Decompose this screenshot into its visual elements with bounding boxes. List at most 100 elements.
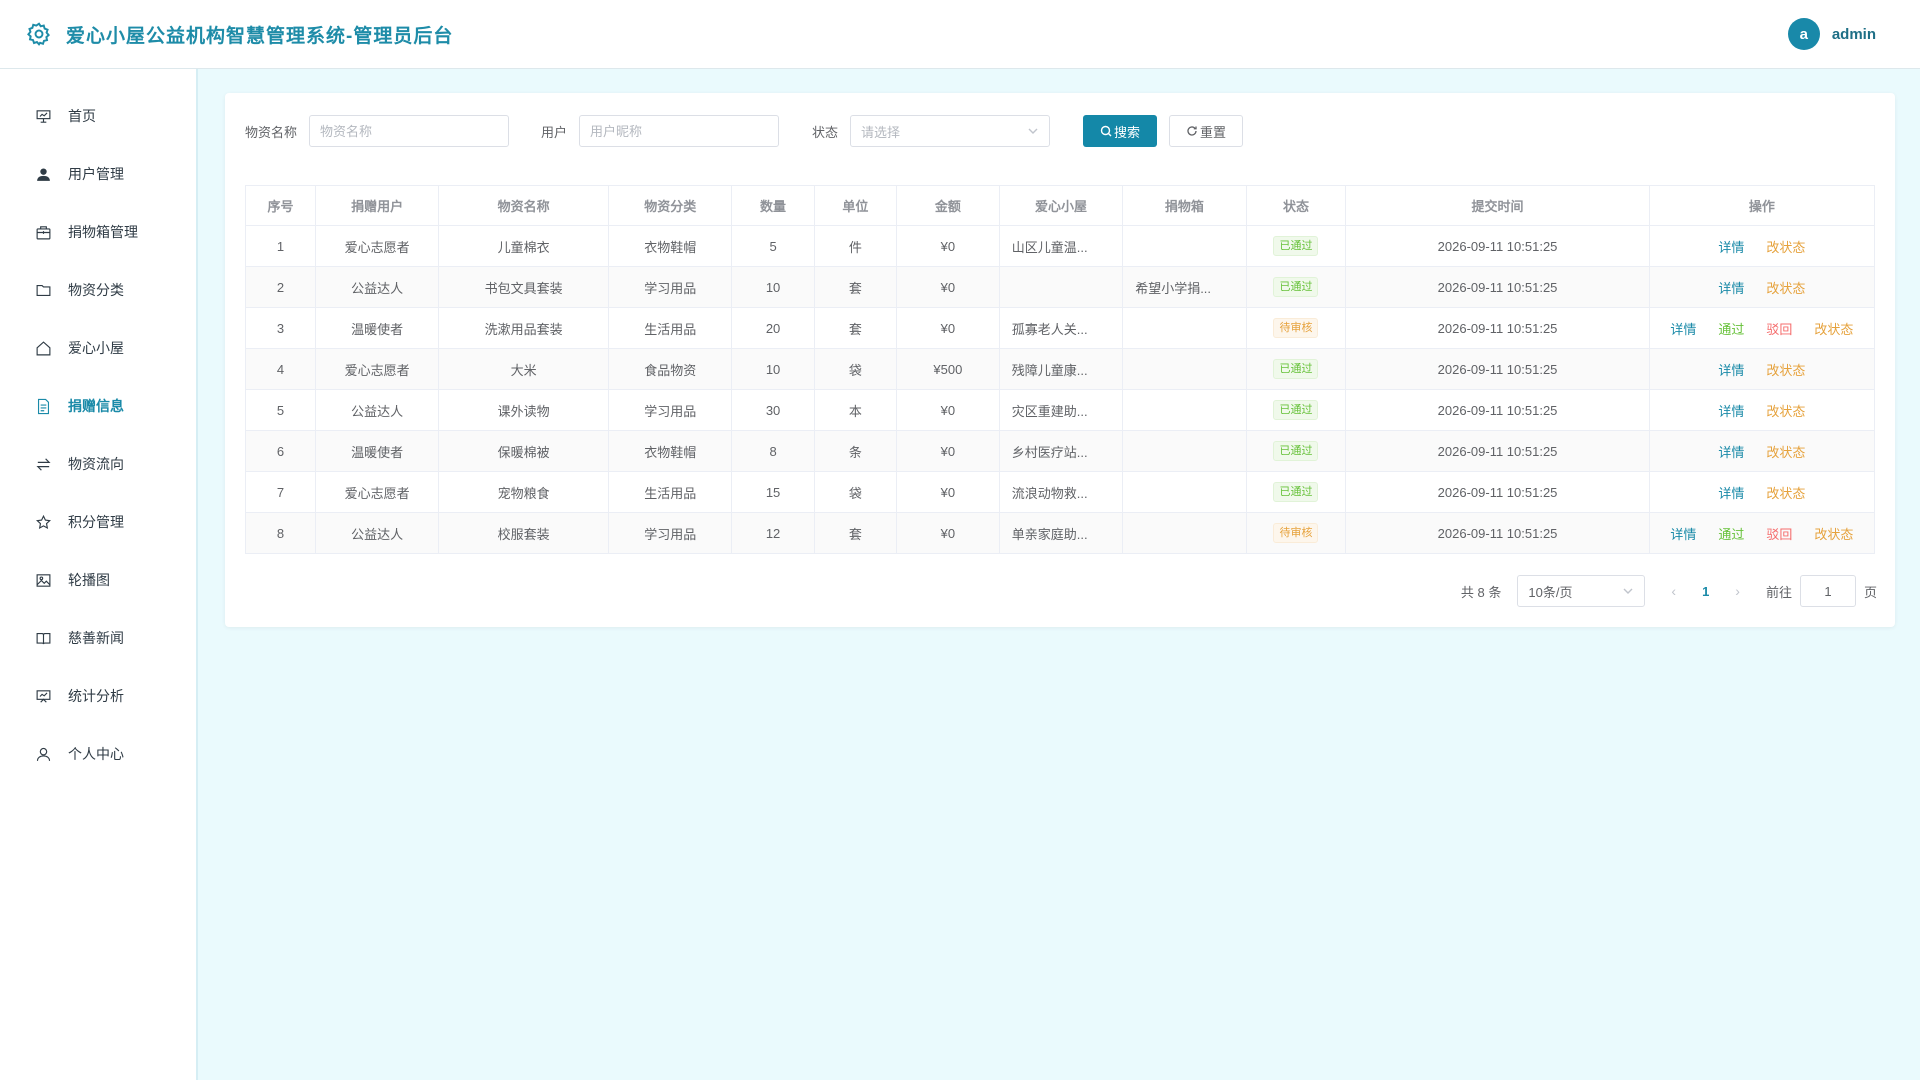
page-number[interactable]: 1	[1702, 584, 1709, 599]
column-header: 物资分类	[608, 185, 733, 226]
approve-link[interactable]: 通过	[1718, 319, 1744, 338]
row-index: 3	[245, 307, 316, 349]
actions-cell: 详情 改状态	[1648, 471, 1876, 513]
change-status-link[interactable]: 改状态	[1766, 483, 1805, 502]
next-page-button[interactable]: ›	[1735, 583, 1740, 599]
reset-button[interactable]: 重置	[1169, 115, 1244, 147]
sidebar-item-statistics[interactable]: 统计分析	[0, 667, 196, 725]
refresh-icon	[1187, 126, 1197, 136]
sidebar-item-label: 捐赠信息	[68, 398, 124, 414]
user-menu[interactable]: a admin	[1787, 18, 1894, 50]
donor-user: 爱心志愿者	[314, 225, 440, 267]
amount: ¥0	[895, 307, 1000, 349]
amount: ¥500	[895, 348, 1000, 390]
material-category: 食品物资	[608, 348, 733, 390]
material-category: 学习用品	[608, 266, 733, 308]
detail-link[interactable]: 详情	[1718, 360, 1744, 379]
reset-button-label: 重置	[1200, 124, 1227, 140]
sidebar-item-users[interactable]: 用户管理	[0, 145, 196, 203]
app-title: 爱心小屋公益机构智慧管理系统-管理员后台	[66, 25, 454, 47]
gear-icon[interactable]	[26, 21, 52, 47]
change-status-link[interactable]: 改状态	[1766, 442, 1805, 461]
quantity: 30	[731, 389, 815, 431]
change-status-link[interactable]: 改状态	[1766, 401, 1805, 420]
material-name: 洗漱用品套装	[438, 307, 610, 349]
sidebar-item-carousel[interactable]: 轮播图	[0, 551, 196, 609]
reject-link[interactable]: 驳回	[1766, 524, 1792, 543]
username[interactable]: admin	[1832, 26, 1876, 43]
book-icon	[36, 632, 51, 644]
detail-link[interactable]: 详情	[1718, 401, 1744, 420]
change-status-link[interactable]: 改状态	[1766, 237, 1805, 256]
sidebar-item-category[interactable]: 物资分类	[0, 261, 196, 319]
prev-page-button[interactable]: ‹	[1671, 583, 1676, 599]
actions-cell: 详情 改状态	[1648, 266, 1876, 308]
change-status-link[interactable]: 改状态	[1766, 278, 1805, 297]
detail-link[interactable]: 详情	[1718, 237, 1744, 256]
avatar[interactable]: a	[1787, 18, 1820, 50]
detail-link[interactable]: 详情	[1718, 442, 1744, 461]
material-name: 课外读物	[438, 389, 610, 431]
love-house: 流浪动物救...	[998, 471, 1124, 513]
column-header: 序号	[245, 185, 316, 226]
goto-page-input[interactable]	[1799, 575, 1856, 607]
love-house: 单亲家庭助...	[998, 512, 1124, 554]
material-name: 保暖棉被	[438, 430, 610, 472]
sidebar-item-love-house[interactable]: 爱心小屋	[0, 319, 196, 377]
table-row: 3 温暖使者 洗漱用品套装 生活用品 20 套 ¥0 孤寡老人关... 待审核 2026-09-1…	[245, 307, 1876, 349]
status-badge: 待审核	[1273, 523, 1319, 543]
detail-link[interactable]: 详情	[1670, 319, 1696, 338]
love-house	[998, 266, 1124, 308]
actions-cell: 详情 通过 驳回 改状态	[1648, 307, 1876, 349]
submit-time: 2026-09-11 10:51:25	[1345, 430, 1650, 472]
row-index: 8	[245, 512, 316, 554]
donor-user: 公益达人	[314, 512, 440, 554]
detail-link[interactable]: 详情	[1718, 483, 1744, 502]
change-status-link[interactable]: 改状态	[1766, 360, 1805, 379]
detail-link[interactable]: 详情	[1718, 278, 1744, 297]
amount: ¥0	[895, 471, 1000, 513]
row-index: 1	[245, 225, 316, 267]
user-nickname-input[interactable]	[579, 115, 780, 147]
status-cell: 已通过	[1245, 389, 1347, 431]
box-icon	[36, 225, 51, 239]
sidebar-item-label: 爱心小屋	[68, 340, 124, 356]
column-header: 捐赠用户	[314, 185, 440, 226]
donation-box	[1122, 307, 1247, 349]
reject-link[interactable]: 驳回	[1766, 319, 1792, 338]
sidebar-item-points[interactable]: 积分管理	[0, 493, 196, 551]
sidebar-item-donation-info[interactable]: 捐赠信息	[0, 377, 196, 435]
detail-link[interactable]: 详情	[1670, 524, 1696, 543]
change-status-link[interactable]: 改状态	[1814, 524, 1853, 543]
page-size-select[interactable]: 10条/页	[1517, 575, 1646, 607]
status-cell: 已通过	[1245, 225, 1347, 267]
brand: 爱心小屋公益机构智慧管理系统-管理员后台	[26, 21, 453, 48]
status-cell: 已通过	[1245, 348, 1347, 390]
actions-cell: 详情 改状态	[1648, 430, 1876, 472]
material-name-input[interactable]	[309, 115, 510, 147]
sidebar-item-home[interactable]: 首页	[0, 87, 196, 145]
search-button[interactable]: 搜索	[1083, 115, 1158, 147]
sidebar-item-news[interactable]: 慈善新闻	[0, 609, 196, 667]
approve-link[interactable]: 通过	[1718, 524, 1744, 543]
amount: ¥0	[895, 512, 1000, 554]
column-header: 单位	[813, 185, 897, 226]
donation-box	[1122, 389, 1247, 431]
status-badge: 已通过	[1273, 359, 1319, 379]
quantity: 5	[731, 225, 815, 267]
amount: ¥0	[895, 389, 1000, 431]
status-badge: 已通过	[1273, 400, 1319, 420]
sidebar-item-label: 轮播图	[68, 572, 110, 588]
sidebar-item-profile[interactable]: 个人中心	[0, 725, 196, 783]
column-header: 爱心小屋	[998, 185, 1124, 226]
unit: 本	[813, 389, 897, 431]
sidebar-item-flow[interactable]: 物资流向	[0, 435, 196, 493]
material-name: 儿童棉衣	[438, 225, 610, 267]
sidebar-item-donation-box[interactable]: 捐物箱管理	[0, 203, 196, 261]
chevron-down-icon	[1028, 128, 1038, 134]
column-header: 状态	[1245, 185, 1347, 226]
sidebar-item-label: 个人中心	[68, 746, 124, 762]
change-status-link[interactable]: 改状态	[1814, 319, 1853, 338]
donation-table: 序号 捐赠用户 物资名称 物资分类 数量 单位 金额 爱心小屋 捐物箱 状态 提…	[245, 185, 1876, 554]
status-select[interactable]: 请选择	[850, 115, 1051, 147]
